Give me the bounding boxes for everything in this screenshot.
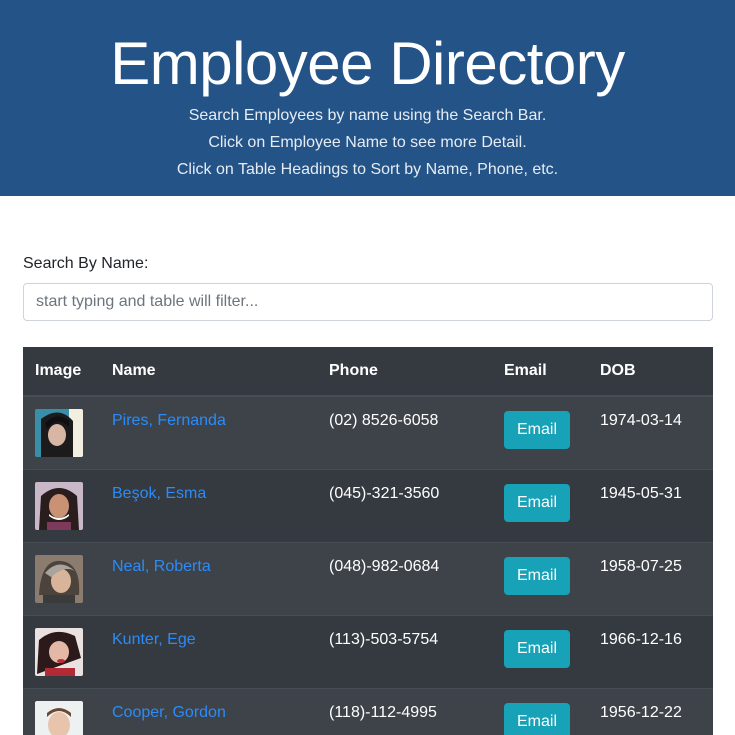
search-label: Search By Name: bbox=[23, 255, 149, 272]
email-cell: Email bbox=[492, 395, 588, 470]
image-cell bbox=[23, 615, 100, 689]
column-header-phone[interactable]: Phone bbox=[317, 347, 492, 397]
dob-cell: 1966-12-16 bbox=[588, 615, 713, 689]
employee-table: Image Name Phone Email DOB Pires, Fernan… bbox=[23, 347, 713, 735]
table-row: Pires, Fernanda (02) 8526-6058 Email 197… bbox=[23, 395, 713, 470]
email-button[interactable]: Email bbox=[504, 411, 571, 449]
phone-value: (113)-503-5754 bbox=[329, 631, 439, 648]
image-cell bbox=[23, 469, 100, 543]
employee-name-link[interactable]: Pires, Fernanda bbox=[112, 412, 226, 429]
phone-value: (118)-112-4995 bbox=[329, 704, 437, 721]
search-input[interactable] bbox=[23, 283, 713, 321]
table-row: Kunter, Ege (113)-503-5754 Email 1966-12… bbox=[23, 615, 713, 689]
employee-photo bbox=[35, 555, 83, 603]
image-cell bbox=[23, 542, 100, 616]
instruction-line-2: Click on Employee Name to see more Detai… bbox=[208, 134, 527, 151]
dob-cell: 1945-05-31 bbox=[588, 469, 713, 543]
table-body: Pires, Fernanda (02) 8526-6058 Email 197… bbox=[23, 395, 713, 735]
phone-cell: (118)-112-4995 bbox=[317, 688, 492, 735]
phone-value: (045)-321-3560 bbox=[329, 485, 440, 502]
column-header-name[interactable]: Name bbox=[100, 347, 317, 397]
email-button[interactable]: Email bbox=[504, 703, 571, 735]
email-button[interactable]: Email bbox=[504, 557, 571, 595]
page-header: Employee Directory Search Employees by n… bbox=[0, 0, 735, 196]
table-row: Beşok, Esma (045)-321-3560 Email 1945-05… bbox=[23, 469, 713, 543]
instructions: Search Employees by name using the Searc… bbox=[0, 102, 735, 183]
table-header: Image Name Phone Email DOB bbox=[23, 347, 713, 397]
name-cell: Kunter, Ege bbox=[100, 615, 317, 689]
column-header-email[interactable]: Email bbox=[492, 347, 588, 397]
dob-cell: 1956-12-22 bbox=[588, 688, 713, 735]
dob-value: 1958-07-25 bbox=[600, 558, 682, 575]
email-cell: Email bbox=[492, 469, 588, 543]
instruction-line-1: Search Employees by name using the Searc… bbox=[188, 107, 547, 124]
dob-value: 1945-05-31 bbox=[600, 485, 682, 502]
image-cell bbox=[23, 395, 100, 470]
column-header-dob[interactable]: DOB bbox=[588, 347, 713, 397]
phone-value: (02) 8526-6058 bbox=[329, 412, 439, 429]
email-button[interactable]: Email bbox=[504, 484, 571, 522]
employee-photo bbox=[35, 409, 83, 457]
name-cell: Cooper, Gordon bbox=[100, 688, 317, 735]
employee-photo bbox=[35, 628, 83, 676]
page-title: Employee Directory bbox=[110, 30, 625, 97]
employee-name-link[interactable]: Beşok, Esma bbox=[112, 485, 206, 502]
column-header-image[interactable]: Image bbox=[23, 347, 100, 397]
dob-value: 1974-03-14 bbox=[600, 412, 682, 429]
employee-name-link[interactable]: Neal, Roberta bbox=[112, 558, 211, 575]
email-cell: Email bbox=[492, 615, 588, 689]
phone-value: (048)-982-0684 bbox=[329, 558, 440, 575]
image-cell bbox=[23, 688, 100, 735]
employee-name-link[interactable]: Kunter, Ege bbox=[112, 631, 196, 648]
phone-cell: (113)-503-5754 bbox=[317, 615, 492, 689]
email-button[interactable]: Email bbox=[504, 630, 571, 668]
dob-cell: 1958-07-25 bbox=[588, 542, 713, 616]
table-header-row: Image Name Phone Email DOB bbox=[23, 347, 713, 397]
dob-value: 1966-12-16 bbox=[600, 631, 682, 648]
name-cell: Neal, Roberta bbox=[100, 542, 317, 616]
name-cell: Beşok, Esma bbox=[100, 469, 317, 543]
phone-cell: (02) 8526-6058 bbox=[317, 395, 492, 470]
table-row: Cooper, Gordon (118)-112-4995 Email 1956… bbox=[23, 688, 713, 735]
email-cell: Email bbox=[492, 688, 588, 735]
main-container: Search By Name: Image Name Phone Email D… bbox=[0, 254, 735, 735]
table-row: Neal, Roberta (048)-982-0684 Email 1958-… bbox=[23, 542, 713, 616]
email-cell: Email bbox=[492, 542, 588, 616]
instruction-line-3: Click on Table Headings to Sort by Name,… bbox=[176, 161, 559, 178]
phone-cell: (045)-321-3560 bbox=[317, 469, 492, 543]
name-cell: Pires, Fernanda bbox=[100, 395, 317, 470]
dob-cell: 1974-03-14 bbox=[588, 395, 713, 470]
phone-cell: (048)-982-0684 bbox=[317, 542, 492, 616]
employee-photo bbox=[35, 482, 83, 530]
employee-photo bbox=[35, 701, 83, 735]
employee-name-link[interactable]: Cooper, Gordon bbox=[112, 704, 226, 721]
dob-value: 1956-12-22 bbox=[600, 704, 682, 721]
